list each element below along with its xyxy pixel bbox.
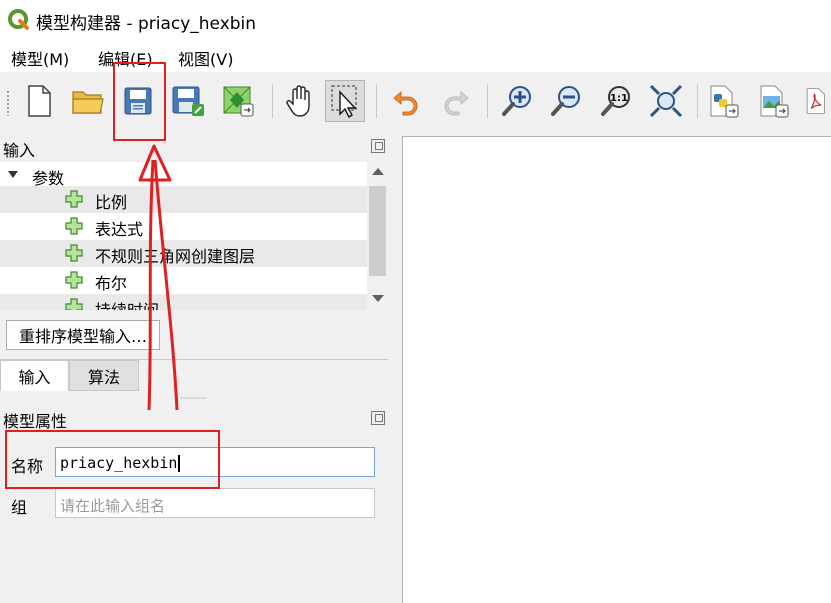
export-python-button[interactable] xyxy=(703,80,743,122)
new-model-button[interactable] xyxy=(19,80,59,122)
parameters-tree: 参数 比例 表达式 不规则三角网创建图层 布尔 持续时间 xyxy=(0,162,367,310)
group-label: 组 xyxy=(11,498,28,517)
tree-item[interactable]: 布尔 xyxy=(0,267,367,294)
window-title: 模型构建器 - priacy_hexbin xyxy=(36,14,257,34)
plus-icon xyxy=(65,298,83,310)
toolbar-separator xyxy=(272,84,273,118)
scroll-up-icon[interactable] xyxy=(372,168,384,175)
tab-inputs[interactable]: 输入 xyxy=(0,360,69,391)
tree-item-label: 布尔 xyxy=(95,274,128,293)
reorder-inputs-button[interactable]: 重排序模型输入… xyxy=(6,320,160,350)
zoom-actual-icon: 1:1 xyxy=(601,86,630,116)
new-file-icon xyxy=(28,85,51,117)
inputs-panel-title: 输入 xyxy=(3,141,36,160)
properties-panel-float-button[interactable] xyxy=(371,411,385,425)
model-name-input[interactable]: priacy_hexbin xyxy=(55,447,375,477)
model-properties-title: 模型属性 xyxy=(3,412,68,431)
pan-button[interactable] xyxy=(280,80,320,122)
tree-item-label: 持续时间 xyxy=(95,297,159,310)
pan-hand-icon xyxy=(286,85,310,117)
export-image-button[interactable] xyxy=(218,80,258,122)
export-pdf-button[interactable] xyxy=(803,80,831,122)
plus-icon xyxy=(65,190,83,208)
zoom-actual-button[interactable]: 1:1 xyxy=(596,80,636,122)
zoom-out-button[interactable] xyxy=(546,80,586,122)
zoom-in-icon xyxy=(502,86,531,116)
zoom-in-button[interactable] xyxy=(497,80,537,122)
inputs-panel-float-button[interactable] xyxy=(371,139,385,153)
tree-item-label: 表达式 xyxy=(95,220,144,239)
open-folder-icon xyxy=(72,91,104,114)
tree-item-label: 不规则三角网创建图层 xyxy=(95,247,256,266)
plus-icon xyxy=(65,244,83,262)
zoom-full-button[interactable] xyxy=(646,80,686,122)
name-label: 名称 xyxy=(11,457,44,476)
save-as-button[interactable] xyxy=(168,80,208,122)
tree-item[interactable]: 比例 xyxy=(0,186,367,213)
tree-item-label: 比例 xyxy=(95,193,128,212)
model-canvas[interactable] xyxy=(402,136,831,603)
tree-scrollbar[interactable] xyxy=(367,162,388,310)
collapse-arrow-icon[interactable] xyxy=(8,171,18,178)
menu-edit[interactable]: 编辑(E) xyxy=(98,46,153,70)
select-button[interactable] xyxy=(325,80,365,122)
splitter-handle[interactable] xyxy=(180,397,206,399)
tree-item[interactable]: 持续时间 xyxy=(0,294,367,310)
tree-item[interactable]: 不规则三角网创建图层 xyxy=(0,240,367,267)
toolbar: 1:1 xyxy=(0,72,831,132)
tree-item[interactable]: 表达式 xyxy=(0,213,367,240)
redo-button[interactable] xyxy=(436,80,476,122)
export-image-icon xyxy=(223,86,254,117)
undo-icon xyxy=(393,91,418,116)
redo-icon xyxy=(444,91,469,116)
save-icon xyxy=(124,87,152,115)
model-name-value: priacy_hexbin xyxy=(60,454,178,472)
menu-model[interactable]: 模型(M) xyxy=(11,46,69,70)
scroll-down-icon[interactable] xyxy=(372,295,384,302)
toolbar-separator xyxy=(376,84,377,118)
tab-algorithms[interactable]: 算法 xyxy=(69,360,139,391)
model-group-input[interactable]: 请在此输入组名 xyxy=(55,488,375,518)
scroll-thumb[interactable] xyxy=(369,186,386,276)
qgis-logo-icon xyxy=(8,9,29,30)
zoom-full-icon xyxy=(649,84,683,118)
text-caret xyxy=(178,455,181,472)
plus-icon xyxy=(65,217,83,235)
tree-group-parameters[interactable]: 参数 xyxy=(0,162,367,189)
export-image-file-button[interactable] xyxy=(753,80,793,122)
undo-button[interactable] xyxy=(386,80,426,122)
select-cursor-icon xyxy=(331,85,357,118)
toolbar-grip[interactable] xyxy=(6,90,10,116)
export-python-icon xyxy=(710,85,739,118)
menu-view[interactable]: 视图(V) xyxy=(178,46,233,70)
export-pdf-icon xyxy=(806,88,825,114)
export-image-file-icon xyxy=(760,85,789,118)
toolbar-separator xyxy=(697,84,698,118)
title-bar: 模型构建器 - priacy_hexbin xyxy=(0,0,831,40)
save-as-icon xyxy=(172,86,204,116)
plus-icon xyxy=(65,271,83,289)
open-model-button[interactable] xyxy=(68,80,108,122)
zoom-out-icon xyxy=(551,86,580,116)
menu-bar: 模型(M) 编辑(E) 视图(V) xyxy=(0,40,831,72)
save-model-button[interactable] xyxy=(118,80,158,122)
toolbar-separator xyxy=(487,84,488,118)
